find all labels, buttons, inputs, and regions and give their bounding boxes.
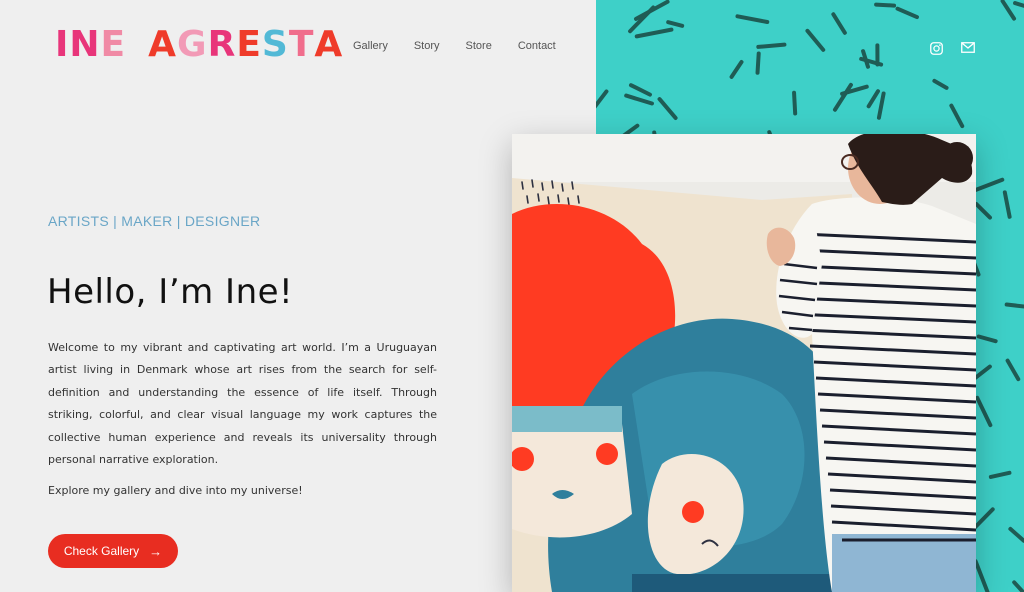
texture-dash (1013, 1, 1024, 8)
texture-dash (596, 89, 609, 109)
logo-letter: A (148, 24, 178, 65)
texture-dash (1012, 580, 1024, 592)
logo-letter: T (288, 24, 315, 65)
texture-dash (792, 90, 798, 116)
texture-dash (895, 6, 919, 20)
texture-dash (949, 103, 965, 129)
texture-dash (832, 82, 853, 112)
logo-letter: E (236, 24, 262, 65)
logo-letter: G (177, 24, 208, 65)
texture-dash (1002, 190, 1012, 219)
artist-photo (512, 134, 976, 592)
logo-letter: E (100, 24, 127, 65)
nav-gallery[interactable]: Gallery (353, 40, 388, 52)
texture-dash (1005, 358, 1021, 382)
texture-dash (634, 27, 674, 39)
texture-dash (624, 93, 654, 106)
instagram-icon[interactable] (930, 42, 943, 55)
logo-letter: N (69, 24, 101, 65)
texture-dash (756, 42, 787, 49)
logo-letter: A (314, 24, 344, 65)
hero-title: Hello, I’m Ine! (47, 272, 294, 312)
texture-dash (628, 83, 652, 97)
texture-dash (831, 12, 847, 35)
texture-dash (805, 28, 826, 52)
logo-letter: I (55, 24, 70, 65)
texture-dash (657, 97, 678, 120)
texture-dash (1000, 0, 1017, 21)
texture-dash (729, 60, 744, 79)
nav-store[interactable]: Store (466, 40, 492, 52)
texture-dash (874, 2, 897, 8)
site-logo[interactable]: INEAGRESTA (55, 26, 343, 64)
mail-icon[interactable] (961, 42, 975, 53)
main-nav: Gallery Story Store Contact (353, 40, 582, 52)
hero-subheading: ARTISTS | MAKER | DESIGNER (48, 213, 261, 229)
texture-dash (1008, 526, 1024, 543)
logo-letter: S (261, 24, 289, 65)
texture-dash (735, 14, 770, 25)
texture-dash (666, 20, 685, 28)
texture-dash (973, 559, 990, 592)
hero-explore-text: Explore my gallery and dive into my univ… (48, 484, 303, 497)
logo-letter: R (207, 24, 237, 65)
arrow-right-icon: → (149, 543, 163, 559)
hero-intro-text: Welcome to my vibrant and captivating ar… (48, 341, 437, 467)
texture-dash (932, 78, 949, 90)
texture-dash (755, 51, 761, 75)
texture-dash (975, 395, 993, 428)
nav-story[interactable]: Story (414, 40, 440, 52)
texture-dash (974, 201, 992, 220)
texture-dash (988, 470, 1012, 479)
nav-contact[interactable]: Contact (518, 40, 556, 52)
check-gallery-button[interactable]: Check Gallery → (48, 534, 178, 568)
texture-dash (976, 334, 998, 344)
texture-dash (866, 89, 880, 109)
texture-dash (628, 5, 656, 34)
texture-dash (1004, 302, 1024, 309)
texture-dash (973, 177, 1005, 193)
check-gallery-label: Check Gallery (63, 544, 140, 558)
texture-dash (876, 91, 886, 120)
